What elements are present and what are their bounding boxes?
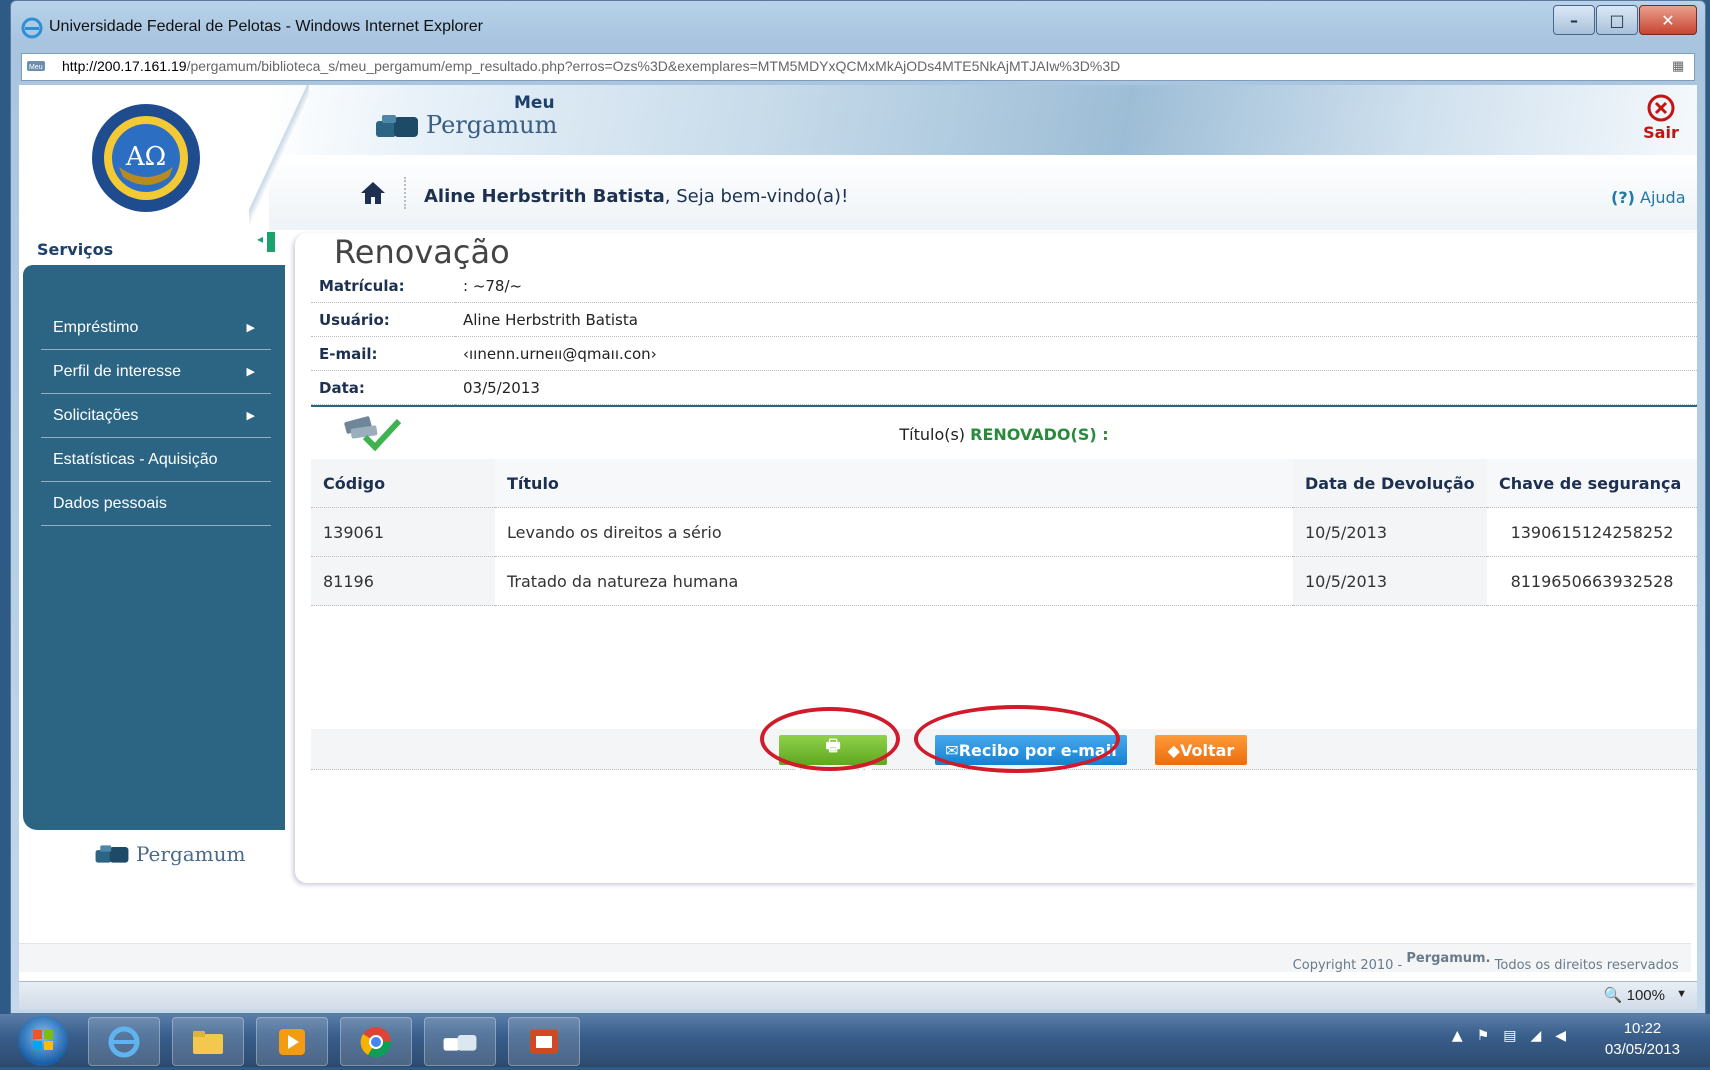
minimize-button[interactable]: – [1553,5,1595,35]
taskbar-powerpoint[interactable] [508,1017,580,1066]
copyright-footer: Copyright 2010 - Pergamum. Todos os dire… [19,943,1691,973]
start-button[interactable] [18,1016,68,1066]
taskbar-chrome[interactable] [340,1017,412,1066]
action-buttons-row: 🖶Imprimir ✉Recibo por e-mail ◆Voltar [311,729,1697,781]
sidebar-item-solicitacoes[interactable]: Solicitações ▶ [41,395,271,438]
chrome-icon [360,1027,392,1058]
chevron-right-icon: ▶ [246,410,255,422]
renewal-status-bar: Título(s) RENOVADO(S) : [311,405,1697,461]
taskbar-pergamum[interactable] [424,1017,496,1066]
svg-text:AΩ: AΩ [125,142,166,172]
table-row: 139061 Levando os direitos a sério 10/5/… [311,507,1697,557]
sidebar: Empréstimo ▶ Perfil de interesse ▶ Solicit… [23,265,285,830]
help-link[interactable]: (?) Ajuda [1611,188,1686,207]
media-player-icon [279,1029,305,1055]
brand-name: Pergamum [426,111,558,139]
chevron-down-icon[interactable]: ▼ [1676,988,1687,1000]
header-separator [404,177,406,209]
header-divider [249,85,309,230]
browser-window: Universidade Federal de Pelotas - Window… [10,0,1706,1014]
address-url: http://200.17.161.19/pergamum/biblioteca… [62,58,1121,74]
renewal-status-text: Título(s) RENOVADO(S) : [899,425,1109,444]
close-window-button[interactable]: ✕ [1639,5,1697,35]
internet-explorer-icon [21,17,43,39]
brand-meu: Meu [514,93,555,113]
window-title: Universidade Federal de Pelotas - Window… [49,18,483,35]
status-bar: 🔍 100% ▼ [19,981,1697,1010]
folder-icon [193,1031,223,1054]
logout-button[interactable]: Sair [1631,93,1691,142]
table-header: Código Título Data de Devolução Chave de… [311,459,1697,508]
pergamum-logo-icon [376,115,418,137]
chevron-right-icon: ▶ [246,366,255,378]
maximize-button[interactable]: □ [1596,5,1638,35]
header-logo-area: AΩ [19,85,269,230]
welcome-message: Aline Herbstrith Batista, Seja bem-vindo… [424,186,849,207]
sidebar-item-emprestimo[interactable]: Empréstimo ▶ [41,307,271,350]
renewed-books-table: Código Título Data de Devolução Chave de… [311,459,1697,606]
sidebar-title: Serviços [37,240,114,259]
taskbar-media-player[interactable] [256,1017,328,1066]
info-row-matricula: Matrícula:: ~78/~ [311,269,1697,303]
pergamum-logo-icon [95,845,129,863]
logout-label: Sair [1643,123,1679,142]
back-button[interactable]: ◆Voltar [1155,735,1247,765]
windows-logo-icon [33,1030,53,1050]
title-bar: Universidade Federal de Pelotas - Window… [11,1,1705,49]
sidebar-footer-logo: Pergamum [64,830,279,882]
address-bar[interactable]: Meu http://200.17.161.19/pergamum/biblio… [21,53,1695,81]
zoom-level[interactable]: 🔍 100% [1604,986,1665,1004]
svg-text:Meu: Meu [29,64,43,71]
taskbar: ▲⚑▤◢◀ 10:22 03/05/2013 [0,1014,1710,1067]
user-name: Aline Herbstrith Batista [424,186,665,207]
taskbar-internet-explorer[interactable] [88,1017,160,1066]
table-row: 81196 Tratado da natureza humana 10/5/20… [311,556,1697,606]
system-tray-icons[interactable]: ▲⚑▤◢◀ [1452,1028,1580,1044]
page-favicon-icon: Meu [27,61,45,71]
print-button[interactable]: 🖶Imprimir [779,735,887,781]
powerpoint-icon [530,1030,558,1054]
system-clock[interactable]: 10:22 03/05/2013 [1605,1018,1680,1060]
pergamum-logo-icon [443,1034,477,1051]
info-row-email: E-mail: ‹ıınenn.urneıı@qmaıı.con› [311,336,1697,371]
info-row-data: Data: 03/5/2013 [311,370,1697,405]
internet-explorer-icon [108,1026,140,1058]
sidebar-item-dados-pessoais[interactable]: Dados pessoais [41,483,271,526]
taskbar-file-explorer[interactable] [172,1017,244,1066]
university-seal-logo: AΩ [92,104,200,212]
sidebar-item-perfil[interactable]: Perfil de interesse ▶ [41,351,271,394]
page-title: Renovação [334,233,510,271]
sidebar-collapse-toggle[interactable] [257,232,275,252]
user-info-table: Matrícula:: ~78/~ Usuário: Aline Herbstri… [311,269,1697,405]
compatibility-view-icon[interactable]: ▦ [1672,58,1688,74]
home-icon[interactable] [359,179,387,207]
email-receipt-button[interactable]: ✉Recibo por e-mail [935,735,1127,765]
sidebar-item-estatisticas[interactable]: Estatísticas - Aquisição [41,439,271,482]
info-row-usuario: Usuário: Aline Herbstrith Batista [311,302,1697,337]
close-circle-icon [1647,94,1675,122]
page-content: AΩ Meu Pergamum Sair Aline Herbstrith Ba… [19,85,1697,981]
chevron-right-icon: ▶ [246,322,255,334]
